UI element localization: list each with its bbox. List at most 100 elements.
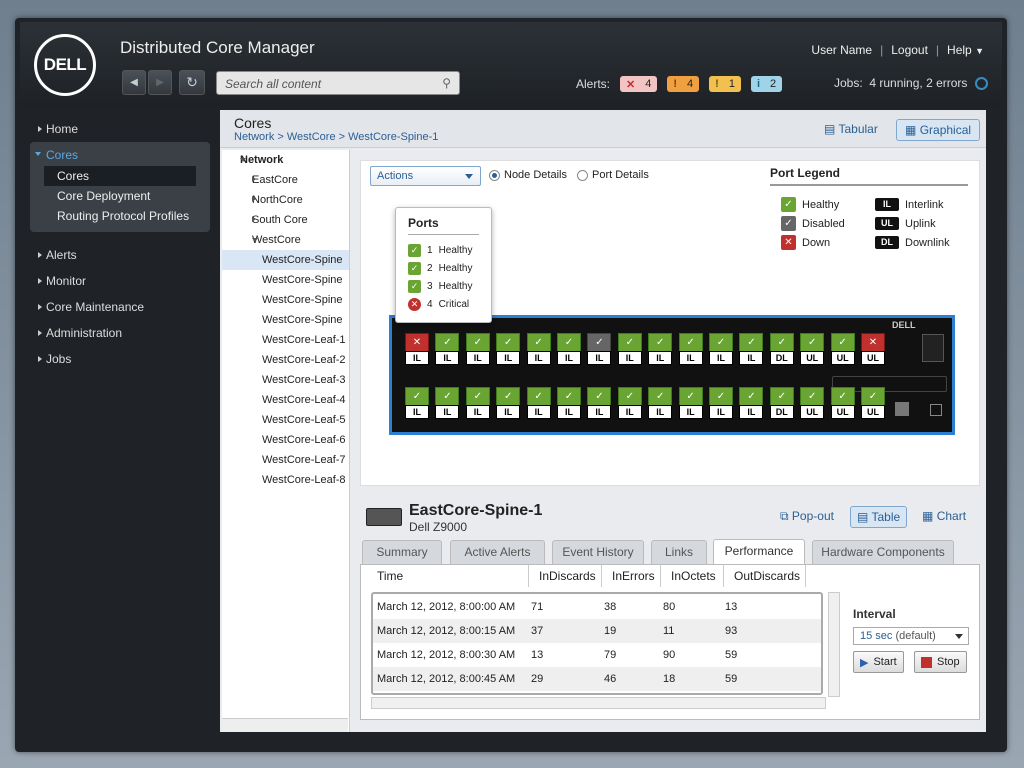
table-row[interactable]: March 12, 2012, 8:00:15 AM 37 19 11 93 — [373, 619, 821, 643]
down-port[interactable]: ✕ — [861, 333, 885, 353]
actions-dropdown[interactable]: Actions — [370, 166, 481, 186]
sidebar-item-alerts[interactable]: Alerts — [30, 242, 210, 268]
column-header-outdiscards[interactable]: OutDiscards — [734, 569, 800, 583]
tab-event-history[interactable]: Event History — [552, 540, 644, 564]
sidebar-item-home[interactable]: Home — [30, 116, 210, 142]
healthy-port[interactable]: ✓ — [496, 387, 521, 407]
tree-node-westcore-leaf-3[interactable]: WestCore-Leaf-3 — [222, 370, 349, 390]
healthy-port[interactable]: ✓ — [435, 333, 460, 353]
tree-node-northcore[interactable]: NorthCore — [222, 190, 349, 210]
sidebar-item-administration[interactable]: Administration — [30, 320, 210, 346]
healthy-port[interactable]: ✓ — [617, 387, 642, 407]
chart-view-button[interactable]: ▦ Chart — [916, 506, 972, 526]
healthy-port[interactable]: ✓ — [709, 387, 733, 407]
graphical-view-button[interactable]: ▦ Graphical — [896, 119, 981, 141]
sidebar-item-core-maintenance[interactable]: Core Maintenance — [30, 294, 210, 320]
tree-node-southcore[interactable]: South Core — [222, 210, 349, 230]
stop-button[interactable]: Stop — [914, 651, 967, 673]
tab-performance[interactable]: Performance — [713, 539, 805, 565]
healthy-port[interactable]: ✓ — [769, 333, 794, 353]
healthy-port[interactable]: ✓ — [465, 387, 490, 407]
column-header-inoctets[interactable]: InOctets — [671, 569, 716, 583]
sidebar-subitem-core-deployment[interactable]: Core Deployment — [30, 186, 210, 206]
healthy-port[interactable]: ✓ — [405, 387, 429, 407]
tabular-view-button[interactable]: ▤ Tabular — [816, 119, 886, 141]
tree-node-westcore-spine-2[interactable]: WestCore-Spine — [222, 270, 349, 290]
healthy-port[interactable]: ✓ — [861, 387, 885, 407]
start-button[interactable]: ▶ Start — [853, 651, 904, 673]
node-details-radio[interactable]: Node Details — [489, 169, 567, 181]
table-view-button[interactable]: ▤ Table — [850, 506, 908, 528]
tree-node-westcore-spine-3[interactable]: WestCore-Spine — [222, 290, 349, 310]
minor-alert-badge[interactable]: ! 1 — [709, 76, 741, 92]
tab-summary[interactable]: Summary — [362, 540, 442, 564]
healthy-port[interactable]: ✓ — [587, 387, 612, 407]
table-row[interactable]: March 12, 2012, 8:00:45 AM 29 46 18 59 — [373, 667, 821, 691]
table-horizontal-scrollbar[interactable] — [371, 697, 826, 709]
healthy-port[interactable]: ✓ — [678, 333, 703, 353]
critical-alert-badge[interactable]: ✕ 4 — [620, 76, 658, 92]
healthy-port[interactable]: ✓ — [769, 387, 794, 407]
search-input[interactable]: Search all content ⚲ — [216, 71, 460, 95]
user-name-link[interactable]: User Name — [811, 43, 872, 57]
tree-node-westcore[interactable]: WestCore — [222, 230, 349, 250]
healthy-port[interactable]: ✓ — [709, 333, 733, 353]
breadcrumb[interactable]: Network > WestCore > WestCore-Spine-1 — [234, 131, 438, 143]
forward-button[interactable]: ▶ — [148, 70, 172, 95]
healthy-port[interactable]: ✓ — [648, 333, 673, 353]
back-button[interactable]: ◀ — [122, 70, 146, 95]
tree-node-westcore-leaf-2[interactable]: WestCore-Leaf-2 — [222, 350, 349, 370]
tree-node-westcore-leaf-6[interactable]: WestCore-Leaf-6 — [222, 430, 349, 450]
healthy-port[interactable]: ✓ — [526, 333, 551, 353]
healthy-port[interactable]: ✓ — [648, 387, 673, 407]
healthy-port[interactable]: ✓ — [465, 333, 490, 353]
healthy-port[interactable]: ✓ — [435, 387, 460, 407]
jobs-status[interactable]: Jobs: 4 running, 2 errors — [834, 76, 967, 90]
tree-node-westcore-leaf-7[interactable]: WestCore-Leaf-7 — [222, 450, 349, 470]
tree-node-network[interactable]: Network — [222, 150, 349, 170]
healthy-port[interactable]: ✓ — [739, 333, 764, 353]
sidebar-subitem-routing-protocol-profiles[interactable]: Routing Protocol Profiles — [30, 206, 210, 226]
popout-button[interactable]: ⧉ Pop-out — [774, 506, 840, 527]
column-header-inerrors[interactable]: InErrors — [612, 569, 655, 583]
healthy-port[interactable]: ✓ — [557, 333, 581, 353]
tab-active-alerts[interactable]: Active Alerts — [450, 540, 545, 564]
tab-hardware-components[interactable]: Hardware Components — [812, 540, 954, 564]
sidebar-item-cores[interactable]: Cores — [30, 144, 210, 166]
tree-node-westcore-spine-1[interactable]: WestCore-Spine — [222, 250, 349, 270]
tree-scrollbar[interactable] — [222, 718, 348, 732]
healthy-port[interactable]: ✓ — [557, 387, 581, 407]
table-vertical-scrollbar[interactable] — [828, 592, 840, 697]
info-alert-badge[interactable]: i2 — [750, 76, 783, 92]
tree-node-westcore-leaf-1[interactable]: WestCore-Leaf-1 — [222, 330, 349, 350]
logout-link[interactable]: Logout — [891, 43, 928, 57]
table-row[interactable]: March 12, 2012, 8:00:30 AM 13 79 90 59 — [373, 643, 821, 667]
column-header-time[interactable]: Time — [377, 569, 403, 583]
healthy-port[interactable]: ✓ — [800, 387, 825, 407]
tab-links[interactable]: Links — [651, 540, 707, 564]
down-port[interactable]: ✕ — [405, 333, 429, 353]
help-menu[interactable]: Help ▼ — [947, 43, 984, 57]
tree-node-westcore-leaf-5[interactable]: WestCore-Leaf-5 — [222, 410, 349, 430]
table-row[interactable]: March 12, 2012, 8:00:00 AM 71 38 80 13 — [373, 595, 821, 619]
healthy-port[interactable]: ✓ — [617, 333, 642, 353]
healthy-port[interactable]: ✓ — [496, 333, 521, 353]
sidebar-item-jobs[interactable]: Jobs — [30, 346, 210, 372]
healthy-port[interactable]: ✓ — [739, 387, 764, 407]
healthy-port[interactable]: ✓ — [800, 333, 825, 353]
sidebar-subitem-cores[interactable]: Cores — [44, 166, 196, 186]
tree-node-westcore-leaf-4[interactable]: WestCore-Leaf-4 — [222, 390, 349, 410]
search-icon[interactable]: ⚲ — [442, 76, 451, 90]
sidebar-item-monitor[interactable]: Monitor — [30, 268, 210, 294]
healthy-port[interactable]: ✓ — [526, 387, 551, 407]
port-details-radio[interactable]: Port Details — [577, 169, 649, 181]
healthy-port[interactable]: ✓ — [678, 387, 703, 407]
column-header-indiscards[interactable]: InDiscards — [539, 569, 596, 583]
tree-node-westcore-spine-4[interactable]: WestCore-Spine — [222, 310, 349, 330]
healthy-port[interactable]: ✓ — [830, 387, 855, 407]
interval-select[interactable]: 15 sec (default) — [853, 627, 969, 645]
disabled-port[interactable]: ✓ — [587, 333, 612, 353]
tree-node-eastcore[interactable]: EastCore — [222, 170, 349, 190]
healthy-port[interactable]: ✓ — [830, 333, 855, 353]
tree-node-westcore-leaf-8[interactable]: WestCore-Leaf-8 — [222, 470, 349, 490]
